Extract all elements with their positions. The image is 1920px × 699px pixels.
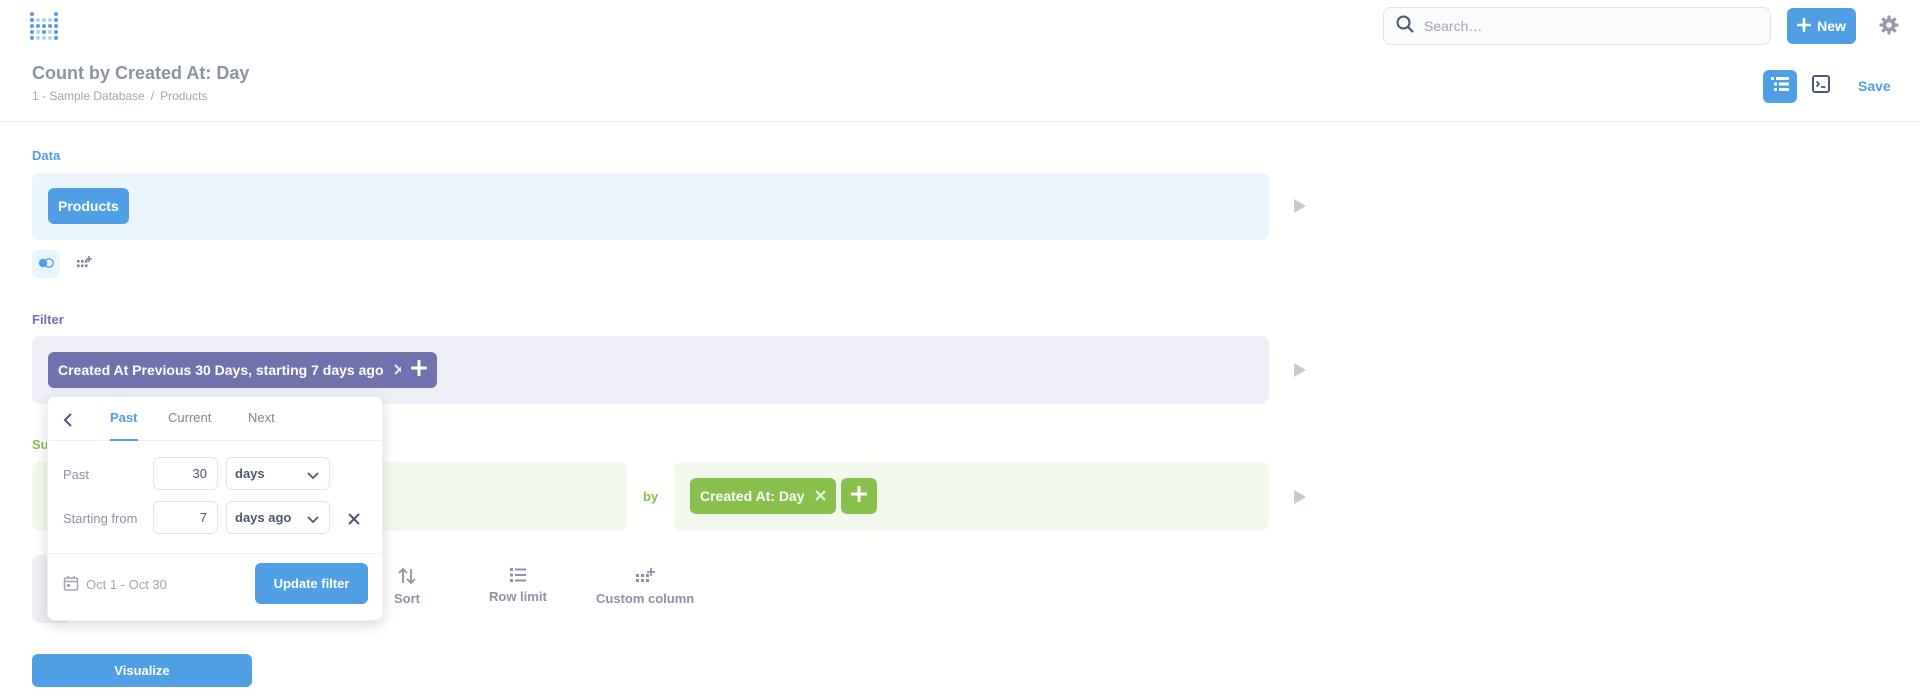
add-breakout-button[interactable] [841, 478, 877, 514]
gear-icon[interactable] [1879, 15, 1899, 35]
breadcrumb-table[interactable]: Products [160, 89, 207, 103]
date-filter-popover: Past Current Next Past 30 days Starting … [47, 396, 383, 621]
summarize-by-label: by [643, 489, 659, 504]
row-limit-button[interactable]: Row limit [489, 567, 547, 604]
filter-chip-label: Created At Previous 30 Days, starting 7 … [58, 362, 384, 378]
search-bar[interactable] [1383, 7, 1771, 45]
past-amount-input[interactable]: 30 [153, 457, 218, 490]
active-tab-indicator [110, 439, 138, 441]
filter-section-label: Filter [32, 312, 64, 327]
breakout-chip[interactable]: Created At: Day [690, 478, 836, 514]
plus-icon [850, 485, 868, 507]
notebook-toggle-button[interactable] [1763, 70, 1797, 103]
data-section-label: Data [32, 148, 61, 163]
past-unit-value: days [235, 466, 265, 481]
run-icon[interactable] [1294, 363, 1306, 377]
data-step-panel [32, 173, 1269, 240]
starting-from-label: Starting from [63, 511, 138, 526]
page-title: Count by Created At: Day [32, 63, 250, 83]
data-table-chip-label: Products [58, 198, 119, 214]
row-limit-label: Row limit [489, 589, 547, 604]
data-table-chip[interactable]: Products [48, 188, 129, 224]
chevron-down-icon [307, 512, 319, 527]
header-divider [0, 121, 1920, 122]
filter-chip[interactable]: Created At Previous 30 Days, starting 7 … [48, 352, 415, 388]
update-filter-button[interactable]: Update filter [255, 563, 368, 604]
breadcrumb-separator: / [150, 89, 155, 103]
visualize-button[interactable]: Visualize [32, 654, 252, 687]
chevron-down-icon [307, 468, 319, 483]
past-label: Past [63, 467, 90, 482]
date-filter-tabs: Past Current Next [48, 397, 382, 441]
popover-footer-divider [48, 553, 382, 554]
search-icon [1396, 15, 1414, 38]
breadcrumb: 1 - Sample Database / Products [32, 89, 207, 103]
save-button[interactable]: Save [1858, 78, 1891, 94]
add-filter-button[interactable] [401, 352, 437, 388]
row-limit-icon [509, 567, 527, 583]
metabase-logo-icon[interactable] [30, 11, 58, 41]
starting-from-amount-input[interactable]: 7 [153, 501, 218, 534]
tab-current[interactable]: Current [168, 410, 211, 425]
chevron-left-icon[interactable] [63, 413, 73, 432]
custom-column-icon [635, 567, 656, 585]
calendar-icon [63, 575, 79, 594]
custom-column-step-button[interactable] [70, 250, 98, 278]
custom-column-icon [76, 255, 92, 274]
join-icon [38, 255, 54, 273]
tab-next[interactable]: Next [248, 410, 275, 425]
sort-label: Sort [394, 591, 420, 606]
search-input[interactable] [1424, 18, 1744, 34]
starting-from-unit-value: days ago [235, 510, 292, 525]
view-sql-button[interactable] [1810, 74, 1832, 98]
notebook-icon [1771, 76, 1789, 97]
custom-column-button[interactable]: Custom column [596, 567, 694, 606]
close-icon[interactable] [348, 512, 360, 530]
sql-icon [1812, 74, 1830, 98]
sort-icon [397, 567, 417, 585]
date-range-text: Oct 1 - Oct 30 [86, 577, 167, 592]
plus-icon [1796, 17, 1812, 35]
breadcrumb-database[interactable]: 1 - Sample Database [32, 89, 145, 103]
sort-button[interactable]: Sort [394, 567, 420, 606]
run-icon[interactable] [1294, 490, 1306, 504]
custom-column-label: Custom column [596, 591, 695, 606]
new-button[interactable]: New [1787, 8, 1856, 44]
run-icon[interactable] [1294, 199, 1306, 213]
close-icon[interactable] [814, 488, 826, 504]
new-button-label: New [1817, 18, 1846, 34]
tab-past[interactable]: Past [110, 410, 137, 425]
date-range-display: Oct 1 - Oct 30 [63, 575, 167, 594]
past-unit-select[interactable]: days [226, 457, 330, 490]
plus-icon [410, 359, 428, 381]
starting-from-unit-select[interactable]: days ago [226, 501, 330, 534]
join-button[interactable] [32, 250, 60, 278]
breakout-chip-label: Created At: Day [700, 488, 805, 504]
